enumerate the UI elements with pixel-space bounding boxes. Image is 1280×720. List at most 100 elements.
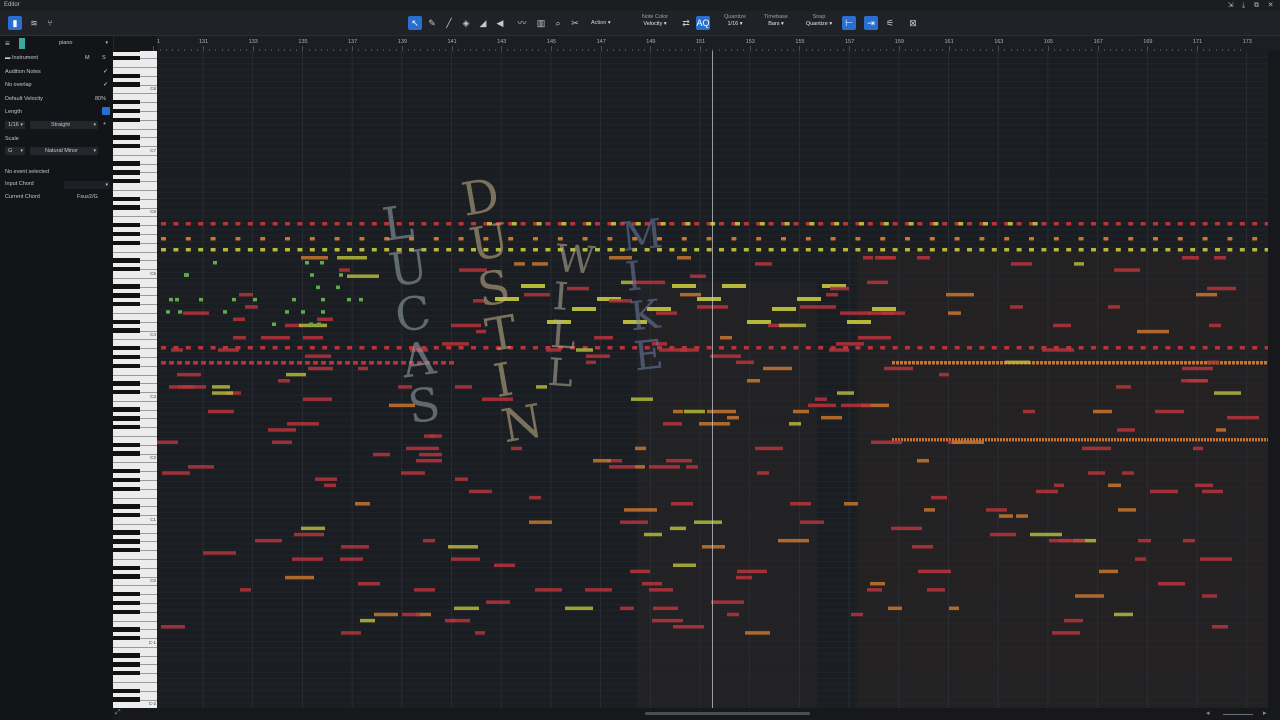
black-key[interactable] xyxy=(113,135,140,140)
solo-button[interactable]: S xyxy=(102,55,106,61)
length-select[interactable]: 1/16 xyxy=(5,121,25,129)
white-key[interactable] xyxy=(113,251,157,253)
black-key[interactable] xyxy=(113,161,140,166)
white-key[interactable] xyxy=(113,585,157,587)
black-key[interactable] xyxy=(113,99,140,105)
white-key[interactable] xyxy=(113,646,157,648)
white-key[interactable] xyxy=(113,497,157,499)
white-key[interactable] xyxy=(113,154,157,156)
black-key[interactable] xyxy=(113,609,140,614)
black-key[interactable] xyxy=(113,73,140,78)
black-key[interactable] xyxy=(113,231,140,237)
black-key[interactable] xyxy=(113,170,140,175)
black-key[interactable] xyxy=(113,574,140,579)
auto-quantize-icon[interactable]: AQ xyxy=(696,16,710,30)
eraser-tool-icon[interactable]: ◈ xyxy=(459,16,473,30)
black-key[interactable] xyxy=(113,504,140,509)
black-key[interactable] xyxy=(113,56,140,61)
input-chord-field[interactable] xyxy=(64,181,110,189)
menu-icon[interactable]: ≡ xyxy=(5,39,10,48)
zoom-out-icon[interactable]: ◂ xyxy=(1206,709,1210,717)
track-color-swatch[interactable] xyxy=(19,38,25,49)
black-key[interactable] xyxy=(113,627,140,632)
scale-root-select[interactable]: G xyxy=(5,147,25,155)
white-key[interactable] xyxy=(113,339,157,341)
arrow-tool-icon[interactable]: ↖ xyxy=(408,16,422,30)
black-key[interactable] xyxy=(113,205,140,210)
playhead[interactable] xyxy=(712,51,713,708)
minimize-icon[interactable]: ⤓ xyxy=(1239,1,1248,10)
black-key[interactable] xyxy=(113,697,140,702)
tuning-fork-icon[interactable]: ⑂ xyxy=(43,16,57,30)
black-key[interactable] xyxy=(113,196,140,201)
black-key[interactable] xyxy=(113,565,140,570)
black-key[interactable] xyxy=(113,486,140,491)
black-key[interactable] xyxy=(113,530,140,535)
white-key[interactable] xyxy=(113,216,157,218)
zoom-slider[interactable] xyxy=(1223,714,1253,715)
black-key[interactable] xyxy=(113,407,140,412)
paint-tool-icon[interactable]: ╱ xyxy=(442,16,456,30)
close-icon[interactable]: ✕ xyxy=(1266,1,1275,10)
note-color-select[interactable]: Note Color Velocity ▾ xyxy=(636,14,674,27)
black-key[interactable] xyxy=(113,442,140,447)
vertical-scrollbar[interactable] xyxy=(1268,51,1280,708)
swap-icon[interactable]: ⇄ xyxy=(679,16,693,30)
bend-tool-icon[interactable]: 〰 xyxy=(515,16,529,30)
white-key[interactable] xyxy=(113,67,157,69)
black-key[interactable] xyxy=(113,302,140,307)
length-add-button[interactable]: + xyxy=(103,121,106,127)
black-key[interactable] xyxy=(113,591,140,597)
black-key[interactable] xyxy=(113,389,140,395)
track-select[interactable]: piano xyxy=(56,39,110,47)
restore-icon[interactable]: ⧉ xyxy=(1252,1,1261,10)
black-key[interactable] xyxy=(113,354,140,360)
black-key[interactable] xyxy=(113,477,140,483)
white-key[interactable] xyxy=(113,436,157,438)
black-key[interactable] xyxy=(113,416,140,421)
white-key[interactable] xyxy=(113,128,157,130)
white-key[interactable] xyxy=(113,559,157,561)
edit-view-icon[interactable]: ≋ xyxy=(27,16,41,30)
black-key[interactable] xyxy=(113,328,140,333)
black-key[interactable] xyxy=(113,258,140,263)
black-key[interactable] xyxy=(113,451,140,456)
scissors-tool-icon[interactable]: ✂ xyxy=(568,16,582,30)
black-key[interactable] xyxy=(113,293,140,298)
length-mode-select[interactable]: Straight xyxy=(30,121,98,129)
horizontal-scrollbar[interactable] xyxy=(645,712,810,715)
white-key[interactable] xyxy=(113,93,157,95)
no-overlap-checkbox[interactable]: ✓ xyxy=(103,81,108,88)
black-key[interactable] xyxy=(113,653,140,658)
black-key[interactable] xyxy=(113,319,140,324)
resize-icon[interactable]: ⤢ xyxy=(115,709,121,717)
listen-tool-icon[interactable]: ◀ xyxy=(493,16,507,30)
black-key[interactable] xyxy=(113,222,140,228)
mute-tool-icon[interactable]: ◢ xyxy=(476,16,490,30)
white-key[interactable] xyxy=(113,190,157,192)
black-key[interactable] xyxy=(113,468,140,474)
white-key[interactable] xyxy=(113,277,157,279)
black-key[interactable] xyxy=(113,240,140,245)
white-key[interactable] xyxy=(113,523,157,525)
snap-select[interactable]: Snap Quantize ▾ xyxy=(800,14,838,27)
length-lock-icon[interactable] xyxy=(102,107,110,115)
split-tool-icon[interactable]: ▥ xyxy=(534,16,548,30)
piano-keyboard[interactable]: C8 C7 C6 C5 C4 C3 C2 C1 C0 C-1 C-2 xyxy=(113,51,157,708)
white-key[interactable] xyxy=(113,374,157,376)
audition-notes-checkbox[interactable]: ✓ xyxy=(103,68,108,75)
settings-box-icon[interactable]: ⊠ xyxy=(906,16,920,30)
black-key[interactable] xyxy=(113,688,140,693)
black-key[interactable] xyxy=(113,512,140,518)
black-key[interactable] xyxy=(113,345,140,351)
white-key[interactable] xyxy=(113,313,157,315)
white-key[interactable] xyxy=(113,620,157,622)
zoom-in-icon[interactable]: ▸ xyxy=(1263,709,1267,717)
white-key[interactable] xyxy=(113,462,157,464)
black-key[interactable] xyxy=(113,671,140,676)
scale-type-select[interactable]: Natural Minor xyxy=(30,147,98,155)
black-key[interactable] xyxy=(113,425,140,430)
white-key[interactable] xyxy=(113,400,157,402)
black-key[interactable] xyxy=(113,284,140,289)
instrument-row[interactable]: ▬ Instrument xyxy=(5,55,38,61)
